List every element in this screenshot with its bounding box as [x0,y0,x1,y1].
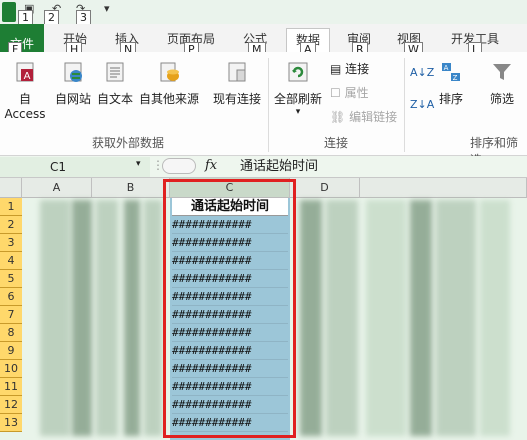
select-all-corner[interactable] [0,178,22,198]
row-header[interactable]: 8 [0,324,22,342]
from-text-button[interactable]: 自文本 [94,60,136,107]
web-icon [64,62,82,82]
text-file-icon [106,62,124,82]
sort-button[interactable]: AZ 排序 [436,60,466,107]
cell-c13[interactable]: ############ [172,414,288,432]
edit-links-button[interactable]: ⛓ 编辑链接 [330,108,397,125]
cell-c12[interactable]: ############ [172,396,288,414]
obscured-data [326,200,358,436]
row-header[interactable]: 12 [0,396,22,414]
sort-za-button[interactable]: Z↓A [410,98,434,111]
existing-connections-button[interactable]: 现有连接 [208,60,266,107]
obscured-data [410,200,432,436]
cell-c9[interactable]: ############ [172,342,288,360]
keytip-save: 1 [18,10,33,25]
from-web-button[interactable]: 自网站 [52,60,94,107]
column-header-a[interactable]: A [22,178,92,198]
keytip-undo: 2 [44,10,59,25]
cancel-entry-icon[interactable] [162,158,196,174]
group-separator [404,58,405,152]
filter-icon [493,64,511,80]
obscured-data [436,200,476,436]
ribbon-tabs: 文件 开始 插入 页面布局 公式 数据 审阅 视图 开发工具 F H N P M… [0,24,527,57]
access-icon: A [16,62,34,82]
insert-function-icon[interactable]: fx [205,158,217,173]
existing-connections-icon [228,62,246,82]
obscured-data [144,200,162,436]
group-label-get-external-data: 获取外部数据 [92,136,165,150]
cell-c8[interactable]: ############ [172,324,288,342]
other-sources-icon [160,62,179,82]
cell-c6[interactable]: ############ [172,288,288,306]
row-header[interactable]: 4 [0,252,22,270]
column-header-d[interactable]: D [290,178,360,198]
row-header[interactable]: 13 [0,414,22,432]
sort-az-button[interactable]: A↓Z [410,66,434,79]
connections-button[interactable]: ▤ 连接 [330,60,369,77]
worksheet-grid[interactable]: A B C D 1 2 3 4 5 6 7 8 9 10 11 12 13 通话… [0,178,527,440]
cell-c7[interactable]: ############ [172,306,288,324]
obscured-data [366,200,406,436]
cell-c4[interactable]: ############ [172,252,288,270]
svg-text:A: A [444,64,449,72]
row-header[interactable]: 9 [0,342,22,360]
row-header[interactable]: 7 [0,306,22,324]
group-label-connections: 连接 [324,136,349,150]
cell-c10[interactable]: ############ [172,360,288,378]
row-header[interactable]: 5 [0,270,22,288]
obscured-data [300,200,322,436]
row-header[interactable]: 2 [0,216,22,234]
from-access-button[interactable]: A 自 Access [0,60,50,121]
cell-c1[interactable]: 通话起始时间 [172,198,288,216]
cell-c2[interactable]: ############ [172,216,288,234]
from-other-sources-button[interactable]: 自其他来源 [136,60,202,107]
properties-button[interactable]: ☐ 属性 [330,84,369,101]
formula-input[interactable]: 通话起始时间 [240,157,318,177]
sort-icon: AZ [442,63,460,82]
cell-c3[interactable]: ############ [172,234,288,252]
obscured-data [480,200,510,436]
customize-qat-icon[interactable]: ▾ [104,2,110,22]
quick-access-toolbar: ▣ ↶ ↷ ▾ 1 2 3 [0,0,527,25]
svg-text:Z: Z [453,74,458,82]
refresh-icon [288,62,308,82]
refresh-all-button[interactable]: 全部刷新 ▾ [270,60,326,117]
name-box-dropdown-icon[interactable]: ▾ [136,159,141,169]
filter-button[interactable]: 筛选 [482,60,522,107]
group-separator [268,58,269,152]
cell-c11[interactable]: ############ [172,378,288,396]
ribbon-data: A 自 Access 自网站 自文本 自其他来源 现有连接 获取外部数据 全部刷… [0,52,527,167]
row-header[interactable]: 11 [0,378,22,396]
name-box[interactable]: C1 [0,157,150,177]
svg-text:A: A [24,71,31,82]
obscured-data [96,200,118,436]
excel-logo-icon [2,2,16,22]
obscured-data [40,200,70,436]
cell-c5[interactable]: ############ [172,270,288,288]
row-header[interactable]: 1 [0,198,22,216]
row-header[interactable]: 10 [0,360,22,378]
obscured-data [72,200,92,436]
formula-bar: C1 ▾ ⋮ fx 通话起始时间 [0,156,527,178]
obscured-data [124,200,140,436]
keytip-redo: 3 [76,10,91,25]
column-header-b[interactable]: B [92,178,170,198]
row-header[interactable]: 3 [0,234,22,252]
column-header-e[interactable] [360,178,527,198]
column-header-c[interactable]: C [170,178,290,198]
row-header[interactable]: 6 [0,288,22,306]
